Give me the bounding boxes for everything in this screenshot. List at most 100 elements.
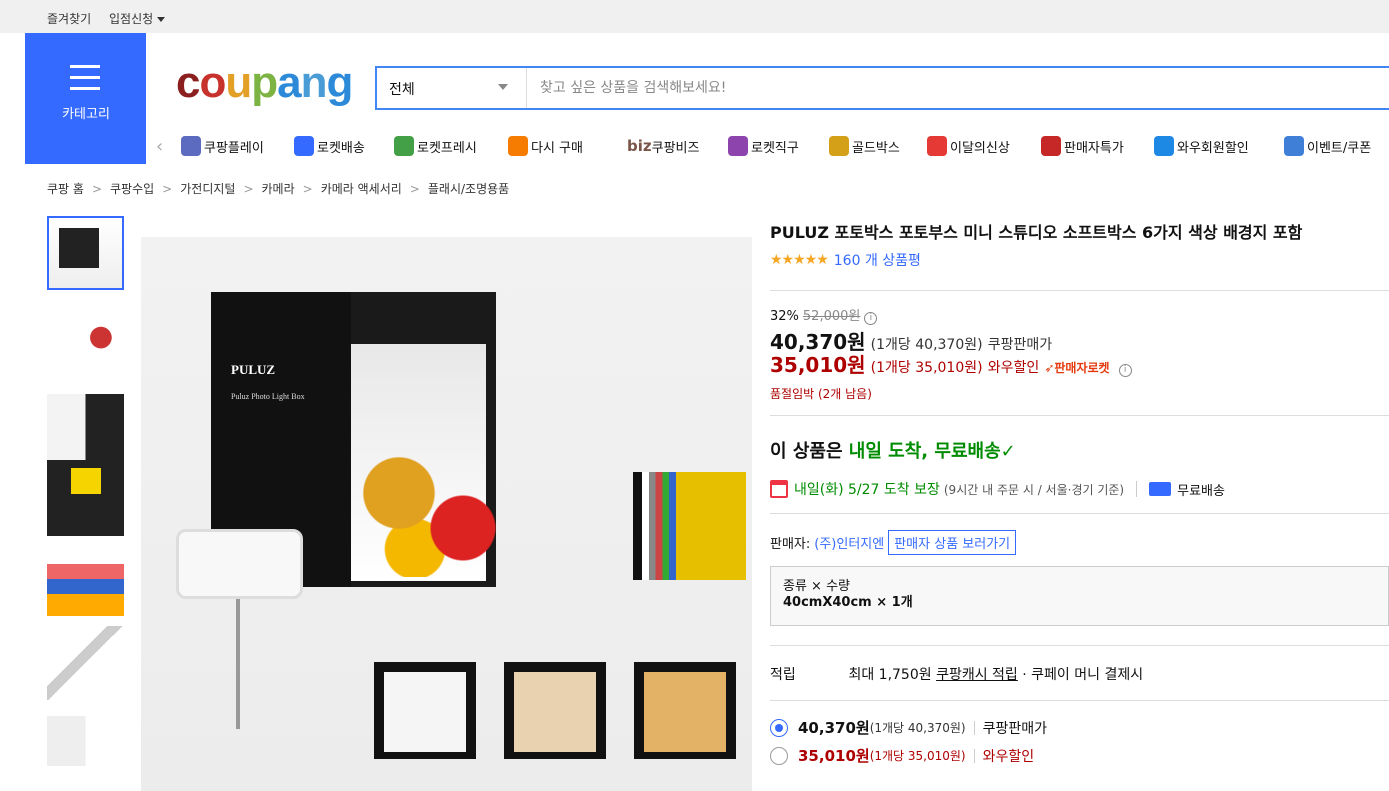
nav-item-label: 쿠팡비즈 bbox=[651, 140, 700, 156]
rocket-badge-label: 판매자로켓 bbox=[1054, 361, 1110, 375]
thumbnail-3[interactable] bbox=[47, 394, 124, 468]
nav-item[interactable]: 로켓배송 bbox=[294, 136, 365, 156]
variant-warm-light bbox=[504, 662, 606, 759]
breadcrumb-link[interactable]: 카메라 bbox=[262, 182, 295, 196]
delivery-headline: 이 상품은 내일 도착, 무료배송✓ bbox=[770, 437, 1016, 463]
category-label: 카테고리 bbox=[62, 107, 110, 122]
info-icon[interactable]: i bbox=[864, 312, 878, 325]
seller-name-link[interactable]: (주)인터지엔 bbox=[814, 533, 884, 552]
brand-mark-text: PULUZ bbox=[231, 362, 276, 377]
thumbnail-7[interactable] bbox=[47, 716, 124, 766]
divider bbox=[973, 748, 975, 763]
price-option-wow[interactable]: 35,010원 (1개당 35,010원) 와우할인 bbox=[770, 745, 1034, 766]
wow-price-label: 와우할인 bbox=[987, 360, 1040, 376]
logo-letter: g bbox=[326, 58, 354, 107]
price-option-coupang[interactable]: 40,370원 (1개당 40,370원) 쿠팡판매가 bbox=[770, 717, 1047, 738]
logo-letter: c bbox=[176, 58, 201, 107]
rating-row: ★★★★★ 160 개 상품평 bbox=[770, 250, 921, 270]
radio-button[interactable] bbox=[770, 746, 788, 765]
rocket-direct-icon bbox=[728, 136, 748, 156]
phone-illustration bbox=[176, 529, 303, 599]
coupang-cash-link[interactable]: 쿠팡캐시 적립 bbox=[936, 667, 1018, 683]
nav-prev-arrow-icon[interactable]: ‹ bbox=[156, 136, 163, 157]
delivery-headline-prefix: 이 상품은 bbox=[770, 441, 849, 462]
thumbnail-6[interactable] bbox=[47, 626, 124, 700]
breadcrumb-link[interactable]: 카메라 액세서리 bbox=[321, 182, 402, 196]
divider bbox=[770, 700, 1389, 701]
breadcrumb-link[interactable]: 쿠팡 홈 bbox=[47, 182, 84, 196]
coupang-logo[interactable]: coupang bbox=[176, 58, 354, 108]
chevron-right-icon: > bbox=[409, 182, 420, 196]
option-price-label: 쿠팡판매가 bbox=[982, 720, 1048, 737]
reward-suffix: · 쿠페이 머니 결제시 bbox=[1022, 667, 1144, 683]
option-summary[interactable]: 종류 × 수량 40cmX40cm × 1개 bbox=[770, 566, 1389, 626]
thumbnail-1[interactable] bbox=[47, 216, 124, 290]
wow-price: 35,010원 bbox=[770, 353, 866, 377]
chevron-right-icon: > bbox=[91, 182, 102, 196]
delivery-note: (9시간 내 주문 시 / 서울·경기 기준) bbox=[943, 482, 1125, 497]
option-price: 35,010원 bbox=[798, 747, 870, 765]
breadcrumb-link[interactable]: 가전디지털 bbox=[180, 182, 235, 196]
chevron-right-icon: > bbox=[302, 182, 313, 196]
nav-item-label: 로켓프레시 bbox=[417, 140, 477, 156]
nav-item[interactable]: 로켓프레시 bbox=[394, 136, 477, 156]
favorites-link[interactable]: 즐겨찾기 bbox=[47, 10, 91, 27]
star-rating-icon: ★★★★★ bbox=[770, 252, 829, 268]
product-main-image: PULUZ Puluz Photo Light Box bbox=[141, 237, 752, 791]
divider bbox=[770, 415, 1389, 416]
logo-letter: u bbox=[225, 58, 252, 107]
divider bbox=[770, 513, 1389, 514]
thumbnail-2[interactable] bbox=[47, 308, 124, 382]
thumbnail-4[interactable] bbox=[47, 460, 124, 536]
divider bbox=[770, 290, 1389, 291]
nav-item[interactable]: 쿠팡플레이 bbox=[181, 136, 264, 156]
option-unit-price: (1개당 40,370원) bbox=[869, 721, 966, 735]
reward-label: 적립 bbox=[770, 667, 796, 683]
breadcrumb: 쿠팡 홈 > 쿠팡수입 > 가전디지털 > 카메라 > 카메라 액세서리 > 플래시/조명용품 bbox=[47, 180, 509, 197]
nav-item-label: 쿠팡플레이 bbox=[204, 140, 264, 156]
caret-down-icon bbox=[157, 17, 165, 22]
rocket-fresh-icon bbox=[394, 136, 414, 156]
discount-rate: 32% bbox=[770, 309, 799, 324]
calendar-icon bbox=[770, 480, 788, 498]
info-icon[interactable]: i bbox=[1118, 364, 1132, 377]
breadcrumb-link[interactable]: 플래시/조명용품 bbox=[428, 182, 509, 196]
reward-row: 적립 최대 1,750원 쿠팡캐시 적립 · 쿠페이 머니 결제시 bbox=[770, 664, 1143, 684]
product-title: PULUZ 포토박스 포토부스 미니 스튜디오 소프트박스 6가지 색상 배경지… bbox=[770, 223, 1303, 242]
nav-item[interactable]: biz 쿠팡비즈 bbox=[627, 136, 699, 156]
category-menu-button[interactable]: 카테고리 bbox=[25, 33, 146, 164]
breadcrumb-link[interactable]: 쿠팡수입 bbox=[110, 182, 154, 196]
free-shipping-label: 무료배송 bbox=[1177, 483, 1225, 499]
search-scope-select[interactable]: 전체 bbox=[377, 68, 527, 108]
divider bbox=[973, 720, 975, 735]
hamburger-icon bbox=[70, 65, 100, 90]
radio-button[interactable] bbox=[770, 718, 788, 737]
review-count-link[interactable]: 160 개 상품평 bbox=[834, 250, 921, 270]
divider bbox=[770, 645, 1389, 646]
divider bbox=[1136, 481, 1138, 497]
nav-item-label: 다시 구매 bbox=[531, 140, 583, 156]
seller-apply-label: 입점신청 bbox=[109, 12, 154, 26]
seller-apply-link[interactable]: 입점신청 bbox=[109, 10, 165, 27]
checkmark-icon: ✓ bbox=[1000, 441, 1016, 462]
truck-icon bbox=[1149, 482, 1172, 496]
rocket-icon bbox=[294, 136, 314, 156]
option-unit-price: (1개당 35,010원) bbox=[869, 749, 966, 763]
chevron-right-icon: > bbox=[243, 182, 254, 196]
play-icon bbox=[181, 136, 201, 156]
wow-price-row: 35,010원 (1개당 35,010원) 와우할인 ➶판매자로켓 i bbox=[770, 349, 1132, 378]
variant-white-light bbox=[374, 662, 476, 759]
original-price: 52,000원 bbox=[802, 309, 861, 324]
tripod-illustration bbox=[236, 599, 240, 729]
option-price: 40,370원 bbox=[798, 719, 870, 737]
option-value: 40cmX40cm × 1개 bbox=[783, 595, 913, 610]
rebuy-icon bbox=[508, 136, 528, 156]
thumbnail-5[interactable] bbox=[47, 542, 124, 616]
option-label: 종류 × 수량 bbox=[783, 579, 850, 594]
seller-products-button[interactable]: 판매자 상품 보러가기 bbox=[888, 530, 1017, 555]
nav-item[interactable]: 다시 구매 bbox=[508, 136, 583, 156]
logo-letter: p bbox=[251, 58, 278, 107]
stock-notice: 품절임박 (2개 남음) bbox=[770, 387, 872, 401]
seller-row: 판매자: (주)인터지엔 판매자 상품 보러가기 bbox=[770, 530, 1017, 555]
wow-unit-price: (1개당 35,010원) bbox=[870, 360, 983, 376]
